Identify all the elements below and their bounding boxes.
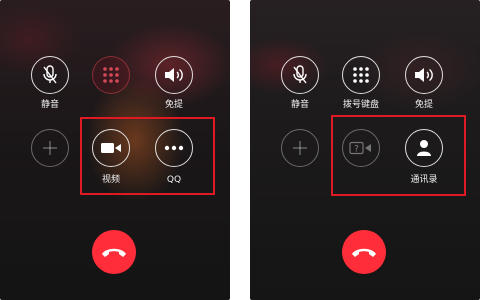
highlight-box	[80, 117, 215, 195]
microphone-muted-icon	[293, 65, 307, 84]
speaker-label: 免提	[414, 100, 433, 110]
right-call-screen: 静音 拨号键盘 免提 ? 通讯录	[250, 0, 480, 300]
add-call-button[interactable]	[31, 129, 69, 167]
speaker-button[interactable]	[405, 56, 443, 94]
plus-icon	[43, 141, 57, 155]
end-call-button[interactable]	[342, 230, 386, 274]
mute-button[interactable]	[281, 56, 319, 94]
plus-icon	[293, 141, 307, 155]
end-call-button[interactable]	[92, 230, 136, 274]
speaker-icon	[165, 68, 183, 82]
hang-up-icon	[102, 248, 126, 257]
keypad-icon	[103, 67, 119, 83]
speaker-button[interactable]	[155, 56, 193, 94]
keypad-button[interactable]	[342, 56, 380, 94]
speaker-label: 免提	[164, 100, 183, 110]
mute-label: 静音	[40, 100, 59, 110]
keypad-icon	[353, 67, 369, 83]
hang-up-icon	[352, 248, 376, 257]
speaker-icon	[415, 68, 433, 82]
mute-label: 静音	[290, 100, 309, 110]
mute-button[interactable]	[31, 56, 69, 94]
add-call-button[interactable]	[281, 129, 319, 167]
highlight-box	[331, 115, 466, 196]
keypad-label: 拨号键盘	[342, 100, 379, 110]
left-call-screen: 静音 免提 视频 QQ	[0, 0, 230, 300]
microphone-muted-icon	[43, 65, 57, 84]
keypad-button[interactable]	[92, 56, 130, 94]
